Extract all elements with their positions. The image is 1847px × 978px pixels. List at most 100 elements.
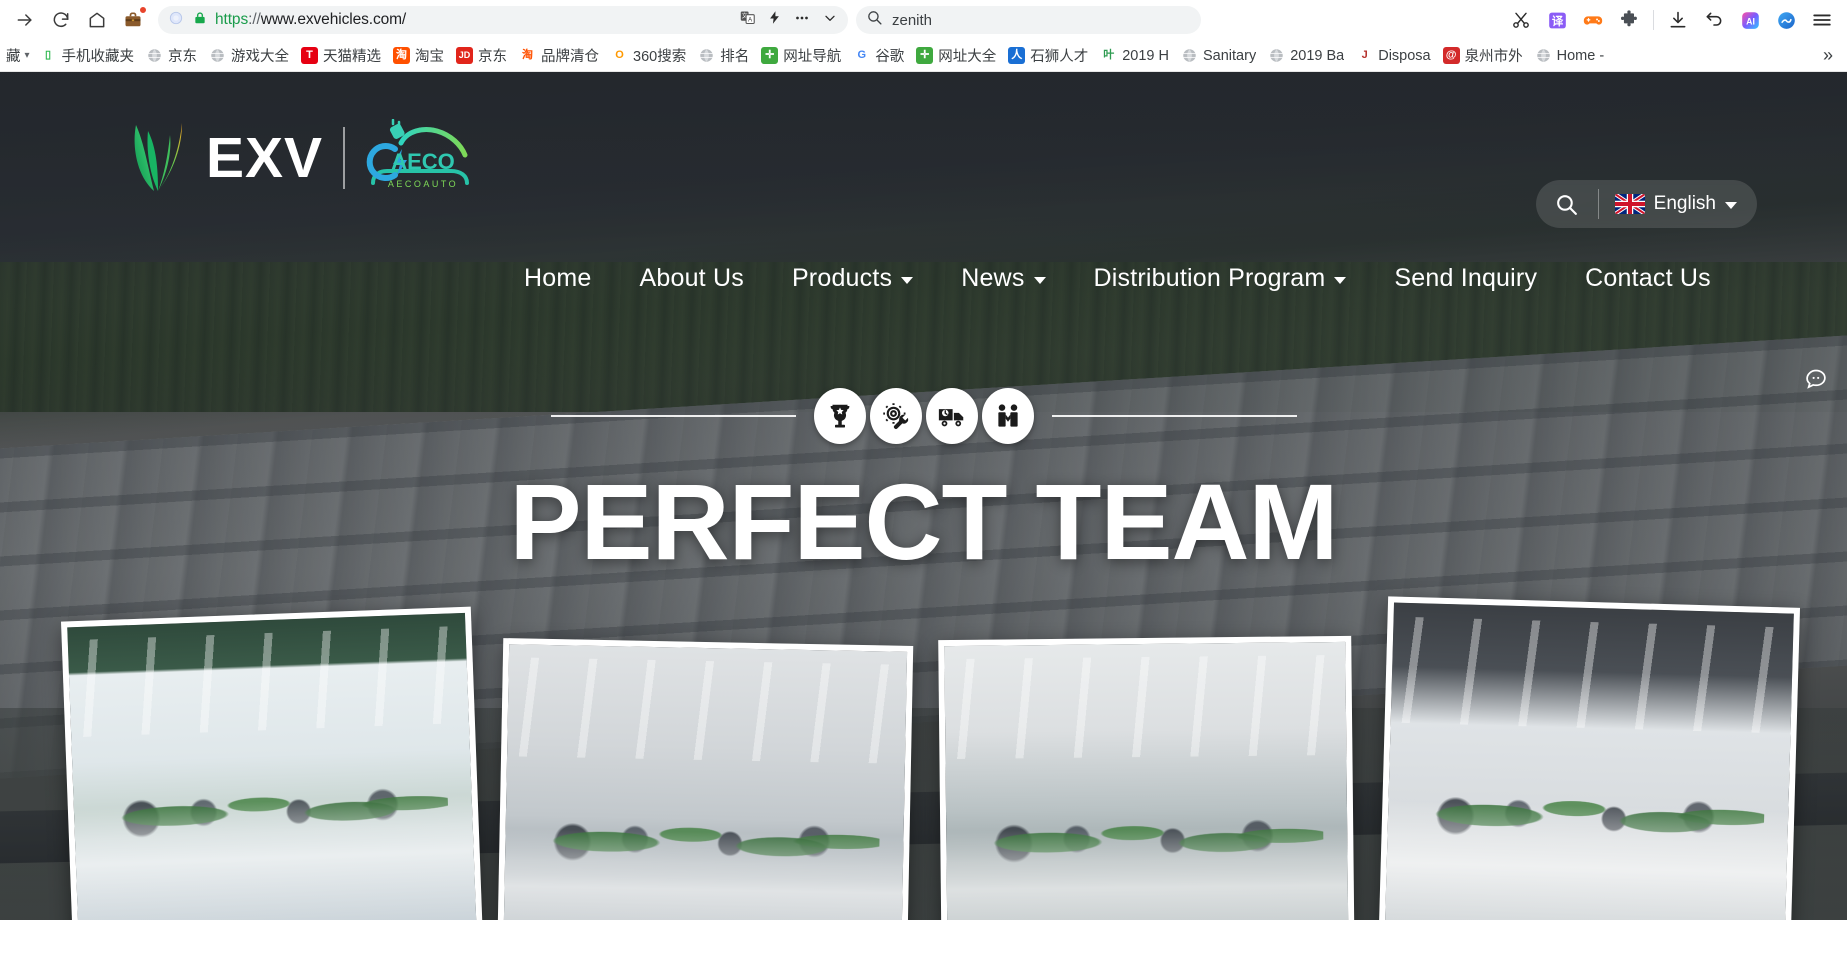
bookmark-label: 手机收藏夹 [61, 49, 135, 65]
translate-icon[interactable]: 文 A [739, 9, 756, 31]
badge-icons [813, 388, 1034, 444]
svg-text:AI: AI [1746, 16, 1755, 26]
delivery-truck-icon[interactable] [925, 388, 978, 444]
google-icon: G [857, 49, 867, 61]
bookmark-item[interactable]: JD 京东 [450, 42, 513, 69]
bookmark-item[interactable]: 排名 [692, 42, 755, 69]
web-page-viewport: EXV AECO AECOAUTO Home About Us Products… [0, 72, 1847, 978]
globe-icon [1535, 47, 1552, 64]
bookmark-item[interactable]: @ 泉州市外 [1437, 42, 1529, 69]
bookmark-label: 谷歌 [875, 49, 905, 65]
hero-badge-row [0, 388, 1847, 444]
nav-item-label: News [961, 264, 1025, 292]
language-label: English [1653, 193, 1716, 214]
nav-item-about-us[interactable]: About Us [616, 258, 768, 299]
translate-cn-icon[interactable]: 译 [1540, 3, 1574, 37]
nav-item-products[interactable]: Products [768, 258, 937, 299]
bookmarks-overflow-button[interactable]: » [1813, 45, 1843, 66]
nav-item-home[interactable]: Home [500, 258, 616, 299]
chat-bubble-icon[interactable] [1797, 360, 1835, 398]
forward-button[interactable] [8, 3, 42, 37]
site-logo[interactable]: EXV AECO AECOAUTO [128, 116, 473, 200]
reload-button[interactable] [44, 3, 78, 37]
bookmark-item[interactable]: ▯ 手机收藏夹 [34, 42, 141, 69]
home-button[interactable] [80, 3, 114, 37]
taobao-icon: 淘 [522, 49, 534, 61]
globe-icon [698, 47, 715, 64]
svg-text:译: 译 [1551, 14, 1563, 27]
download-icon[interactable] [1661, 3, 1695, 37]
svg-text:AECO: AECO [391, 149, 455, 174]
header-tools: English [1535, 180, 1757, 228]
history-back-icon[interactable] [1697, 3, 1731, 37]
nav-item-contact-us[interactable]: Contact Us [1561, 258, 1735, 299]
bookmark-item[interactable]: G 谷歌 [847, 42, 910, 69]
chevron-down-icon [901, 277, 914, 284]
svg-text:AECOAUTO: AECOAUTO [388, 179, 458, 189]
page-shield-icon[interactable] [168, 10, 184, 31]
nav-item-label: Distribution Program [1093, 264, 1326, 292]
bookmark-item[interactable]: ✛ 网址导航 [755, 42, 847, 69]
leaf-logo-icon [128, 121, 190, 195]
logo-divider [343, 127, 346, 189]
bookmark-label: Home - [1556, 47, 1605, 64]
bookmark-item[interactable]: Home - [1529, 44, 1611, 67]
lock-icon[interactable] [193, 10, 207, 31]
ceiling-lights [67, 625, 469, 738]
bookmark-item[interactable]: O 360搜索 [605, 42, 692, 69]
bookmark-item[interactable]: 游戏大全 [203, 42, 295, 69]
bookmark-label: 2019 H [1122, 47, 1169, 64]
bookmark-item[interactable]: 叶 2019 H [1094, 44, 1175, 67]
ceiling-lights [507, 657, 907, 764]
bookmark-item[interactable]: J Disposa [1350, 44, 1436, 67]
bookmark-label: 排名 [720, 49, 750, 65]
bookmark-label: 360搜索 [633, 49, 687, 65]
notification-badge [139, 6, 147, 14]
chevron-down-icon[interactable] [822, 10, 838, 31]
bookmark-item[interactable]: T 天猫精选 [295, 42, 387, 69]
taobao-icon: 淘 [393, 47, 411, 64]
more-dots-icon[interactable] [793, 9, 811, 32]
nav-item-send-inquiry[interactable]: Send Inquiry [1370, 258, 1561, 299]
bookmark-label: Sanitary [1203, 47, 1257, 64]
toolbar-divider [1653, 10, 1654, 30]
hao123-icon: ✛ [761, 47, 779, 64]
bookmark-item[interactable]: 京东 [140, 42, 203, 69]
nav-item-distribution-program[interactable]: Distribution Program [1070, 258, 1371, 299]
jd-icon: JD [456, 47, 474, 64]
page-bottom-strip [0, 920, 1847, 978]
bookmark-item[interactable]: ✛ 网址大全 [910, 42, 1002, 69]
scissors-icon[interactable] [1504, 3, 1538, 37]
sync-icon[interactable] [1769, 3, 1803, 37]
bookmark-item[interactable]: 淘品牌清仓 [513, 42, 605, 69]
gear-wrench-icon[interactable] [869, 388, 922, 444]
briefcase-profile-button[interactable] [116, 3, 150, 37]
bookmark-item[interactable]: 人石狮人才 [1002, 42, 1094, 69]
puzzle-extension-icon[interactable] [1612, 3, 1646, 37]
nav-item-news[interactable]: News [937, 258, 1069, 299]
team-people-icon[interactable] [981, 388, 1034, 444]
address-bar-url[interactable]: https://www.exvehicles.com/ [215, 11, 731, 29]
j-icon: J [1361, 49, 1368, 61]
office-photo-4[interactable] [1377, 596, 1801, 973]
bookmarks-folder-chevron-icon[interactable]: ▾ [21, 50, 34, 61]
language-selector[interactable]: English [1599, 180, 1757, 228]
browser-search-box[interactable]: zenith [856, 6, 1201, 34]
trophy-icon[interactable] [813, 388, 866, 444]
hao123-icon: ✛ [916, 47, 934, 64]
page-title: PERFECT TEAM [509, 461, 1338, 582]
game-controller-icon[interactable] [1576, 3, 1610, 37]
site-search-button[interactable] [1536, 180, 1598, 228]
bookmark-item[interactable]: 淘淘宝 [387, 42, 450, 69]
lightning-icon[interactable] [767, 9, 782, 31]
bookmark-label: 游戏大全 [231, 49, 290, 65]
address-bar[interactable]: https://www.exvehicles.com/ 文 A [158, 6, 848, 34]
nav-item-label: Send Inquiry [1394, 264, 1538, 292]
ai-icon[interactable]: AI [1733, 3, 1767, 37]
svg-text:A: A [748, 17, 752, 23]
menu-icon[interactable] [1805, 3, 1839, 37]
phone-icon: ▯ [39, 47, 57, 64]
office-photo-1[interactable] [60, 606, 484, 957]
bookmark-item[interactable]: 2019 Ba [1262, 44, 1350, 67]
bookmark-item[interactable]: Sanitary [1175, 44, 1262, 67]
